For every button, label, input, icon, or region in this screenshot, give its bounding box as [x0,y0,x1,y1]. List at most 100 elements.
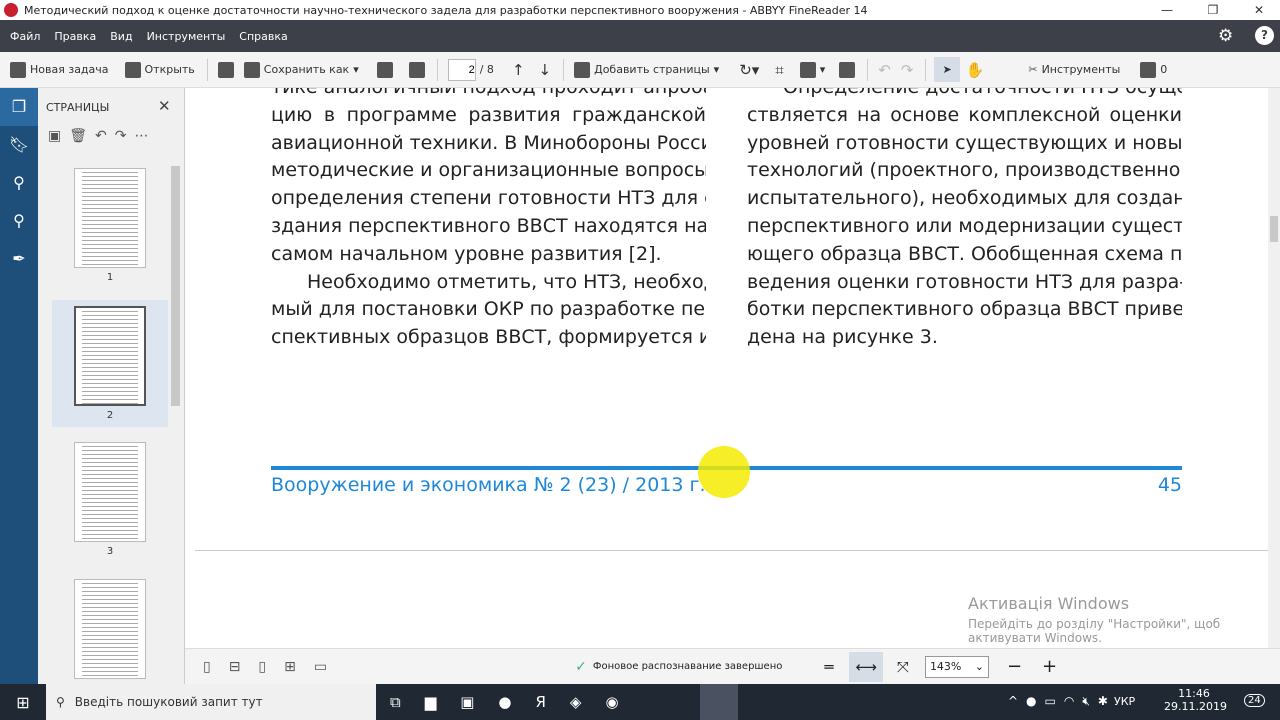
folder-icon [124,61,141,78]
menu-view[interactable]: Вид [110,30,132,43]
undo-icon[interactable]: ↶ [878,61,891,79]
page-thumbnail-2[interactable]: 2 [52,300,168,427]
tools-button[interactable]: ✂ Инструменты [1028,63,1120,76]
status-bar: ▯⊟▯⊞▭ ✓ Фоновое распознавание завершено … [185,648,1280,684]
new-task-label: Новая задача [30,63,109,76]
save-as-button[interactable]: Сохранить как ▾ [243,61,359,78]
chevron-down-icon: ▾ [713,63,720,76]
hand-icon[interactable]: ✋ [966,61,985,79]
bookmark-icon[interactable]: 🔖︎ [0,126,38,164]
fit-height-icon[interactable]: ═ [824,658,833,676]
open-button[interactable]: Открыть [124,61,195,78]
text-line: испытательного), необходимых для создани… [747,187,1182,210]
chevron-down-icon: ▾ [353,63,359,76]
fit-width-icon[interactable]: ⟷ [849,651,883,682]
minimize-button[interactable]: — [1144,0,1190,20]
text-line: тике аналогичный подход проходит апроба- [271,88,706,102]
zoom-in-icon[interactable]: + [1042,656,1057,677]
next-page-arrow-down-icon[interactable]: ↓ [539,61,552,79]
new-task-button[interactable]: Новая задача [10,61,109,78]
view-mode-icons[interactable]: ▯⊟▯⊞▭ [203,659,345,675]
scrollbar-thumb[interactable] [1270,216,1278,242]
print-button[interactable] [376,61,393,78]
crop-icon[interactable]: ⌗ [775,61,783,79]
maximize-button[interactable]: ❐ [1190,0,1236,20]
gear-icon[interactable]: ⚙ [1218,26,1233,46]
menu-help[interactable]: Справка [239,30,287,43]
rotate-icon[interactable]: ↻▾ [739,61,759,79]
page-number-footer: 45 [1157,474,1182,496]
pages-icon[interactable]: ❐ [0,88,38,126]
page-number: 1 [106,272,114,283]
page-thumbnail-3[interactable]: 3 [52,442,168,557]
system-tray-icons[interactable]: ^●▭◠🔇︎✱ [1008,694,1116,709]
select-pointer-icon[interactable]: ➤ [934,57,960,82]
page-total: / 8 [479,63,494,76]
text-line: ствляется на основе комплексной оценки [747,103,1182,126]
clock[interactable]: 11:46 29.11.2019 [1164,687,1227,713]
attachment-icon[interactable]: ⚲ [0,202,38,240]
search-icon[interactable]: ⚲ [0,164,38,202]
tools-icon: ✂ [1028,63,1038,76]
text-line: спективных образцов ВВСТ, формируется из [271,326,706,349]
comment-icon [1140,61,1157,78]
divider [925,58,927,81]
divider [436,58,438,81]
text-line: ботки перспективного образца ВВСТ приве- [747,298,1182,321]
panel-tools[interactable]: ▣🗑↶↷⋯ [48,128,156,144]
time: 11:46 [1178,687,1210,700]
help-icon[interactable]: ? [1255,26,1274,45]
vertical-scrollbar[interactable] [1268,88,1280,648]
cursor-highlight [698,446,750,498]
zoom-select[interactable]: 143% ⌄ [924,655,989,678]
panel-scrollbar[interactable] [171,166,180,406]
recognition-status: Фоновое распознавание завершено [592,661,783,672]
date: 29.11.2019 [1164,700,1227,713]
add-pages-button[interactable]: Добавить страницы ▾ [574,61,720,78]
signature-icon[interactable]: ✒ [0,240,38,278]
document-view[interactable]: тике аналогичный подход проходит апроба-… [185,88,1268,648]
menu-tools[interactable]: Инструменты [147,30,226,43]
open-label: Открыть [144,63,195,76]
compare-button[interactable] [839,61,856,78]
text-line: уровней готовности существующих и новых [747,131,1182,154]
divider [206,58,208,81]
zoom-out-icon[interactable]: − [1007,656,1022,677]
mail-icon [408,61,425,78]
close-panel-icon[interactable]: ✕ [158,97,171,115]
page-zoom-button[interactable]: ▾ [799,61,825,78]
thumbnail-image [74,579,146,679]
windows-start-icon[interactable]: ⊞ [0,693,46,712]
add-page-icon [574,61,591,78]
language-indicator[interactable]: УКР [1114,695,1135,708]
active-app-finereader[interactable] [700,684,738,720]
taskbar-apps[interactable]: ⧉▆▣●Я◈◉ [390,693,643,711]
menu-file[interactable]: Файл [10,30,40,43]
comments-button[interactable]: 0 [1140,61,1167,78]
text-line: авиационной техники. В Минобороны России [271,131,706,154]
save-as-label: Сохранить как [263,63,350,76]
fullscreen-icon[interactable]: ⤧ [897,658,909,676]
taskbar-search[interactable]: ⚲ Введіть пошуковий запит тут [46,684,376,720]
page-thumbnail-4[interactable] [52,579,168,679]
email-button[interactable] [408,61,425,78]
prev-page-arrow-up-icon[interactable]: ↑ [512,61,525,79]
window-title: Методический подход к оценке достаточнос… [24,3,868,17]
page-number: 2 [106,410,114,421]
notifications-badge[interactable]: 24 [1244,694,1265,707]
thumbnail-image [74,168,146,268]
redo-icon[interactable]: ↷ [901,61,914,79]
page-thumbnail-1[interactable]: 1 [52,168,168,283]
chevron-down-icon: ⌄ [974,660,984,673]
activation-title: Активація Windows [968,594,1130,613]
toolbar: Новая задача Открыть Сохранить как▾ / 8 … [0,52,1280,88]
text-line: Необходимо отметить, что НТЗ, необходи- [307,270,706,293]
windows-activation-watermark: Активація Windows Перейдіть до розділу "… [968,594,1220,645]
save-button[interactable] [217,61,234,78]
page-number: 3 [106,546,114,557]
page-number-input[interactable] [447,58,476,81]
close-button[interactable]: ✕ [1236,0,1280,20]
text-line: самом начальном уровне развития [2]. [271,242,662,265]
text-line: определения степени готовности НТЗ для с… [271,187,706,210]
menu-edit[interactable]: Правка [54,30,96,43]
